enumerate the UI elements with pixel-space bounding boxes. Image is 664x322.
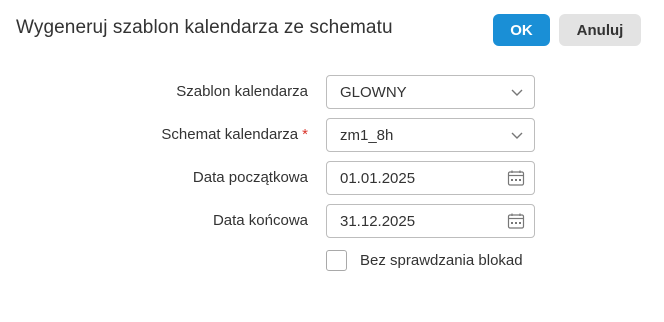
start-date-row: Data początkowa 01.01.2025: [0, 161, 664, 195]
calendar-icon[interactable]: [507, 169, 525, 187]
chevron-down-icon[interactable]: [511, 87, 523, 97]
chevron-down-icon[interactable]: [511, 130, 523, 140]
start-date-input[interactable]: 01.01.2025: [326, 161, 535, 195]
end-date-row: Data końcowa 31.12.2025: [0, 204, 664, 238]
template-row: Szablon kalendarza GLOWNY: [0, 75, 664, 109]
template-value: GLOWNY: [340, 84, 407, 101]
required-mark: *: [302, 126, 308, 143]
end-date-value: 31.12.2025: [340, 213, 416, 230]
calendar-icon[interactable]: [507, 212, 525, 230]
dialog-title: Wygeneruj szablon kalendarza ze schematu: [16, 17, 393, 38]
schema-label: Schemat kalendarza *: [161, 126, 308, 143]
skip-lock-check-checkbox[interactable]: [326, 250, 347, 271]
template-select[interactable]: GLOWNY: [326, 75, 535, 109]
template-label: Szablon kalendarza: [176, 83, 308, 100]
start-date-value: 01.01.2025: [340, 170, 416, 187]
start-date-label: Data początkowa: [192, 169, 308, 186]
generate-calendar-template-dialog: Wygeneruj szablon kalendarza ze schematu…: [0, 0, 664, 322]
skip-lock-check-label[interactable]: Bez sprawdzania blokad: [360, 252, 523, 269]
schema-row: Schemat kalendarza * zm1_8h: [0, 118, 664, 152]
schema-select[interactable]: zm1_8h: [326, 118, 535, 152]
cancel-button[interactable]: Anuluj: [559, 14, 641, 46]
ok-button[interactable]: OK: [493, 14, 550, 46]
end-date-label: Data końcowa: [212, 212, 308, 229]
schema-value: zm1_8h: [340, 127, 394, 144]
end-date-input[interactable]: 31.12.2025: [326, 204, 535, 238]
